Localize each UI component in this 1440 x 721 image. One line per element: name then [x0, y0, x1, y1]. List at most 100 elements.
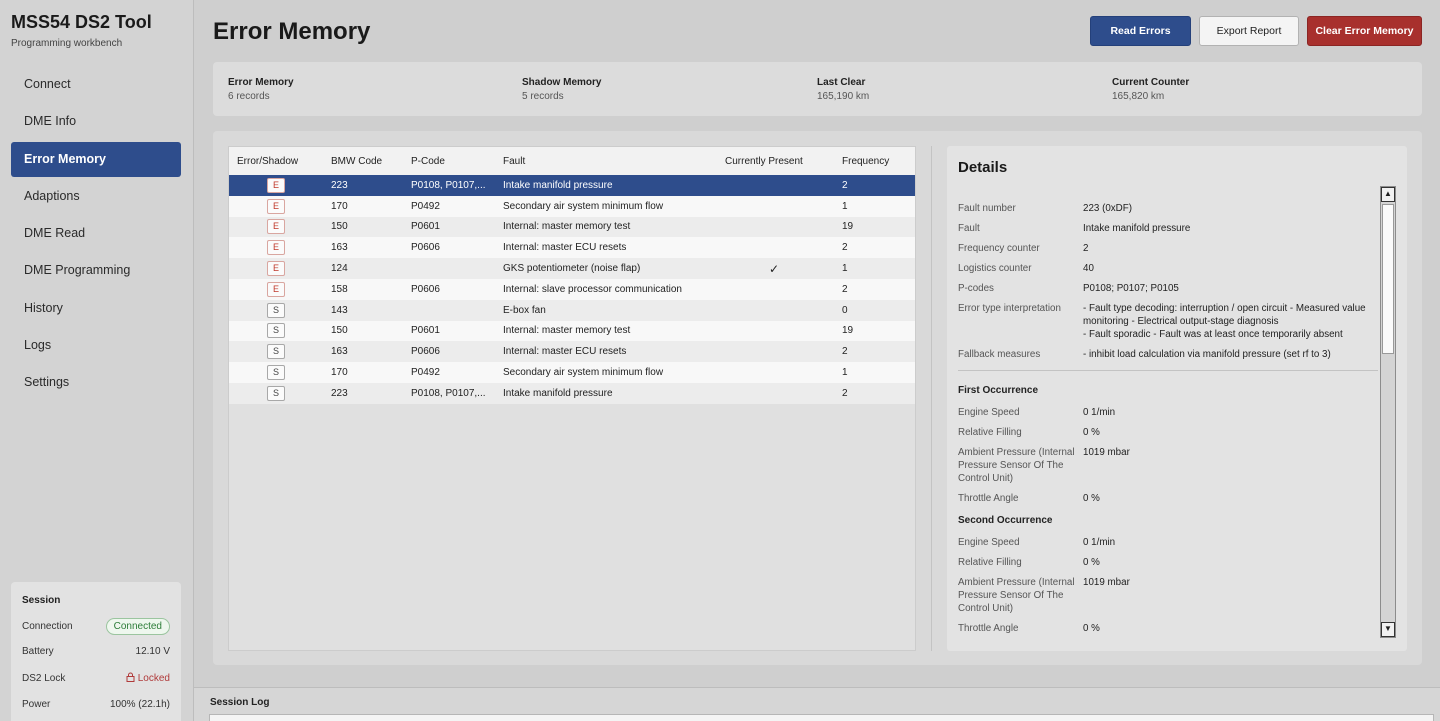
cell-pcode: P0606: [411, 346, 440, 358]
shadow-badge: S: [267, 302, 285, 318]
col-header-frequency[interactable]: Frequency: [833, 156, 903, 167]
cell-currently-present: ✓: [716, 262, 833, 276]
detail-key: Engine Speed: [958, 407, 1020, 418]
detail-row: Ambient Pressure (Internal Pressure Sens…: [958, 446, 1378, 485]
cell-currently-present: [716, 388, 833, 399]
detail-key: Throttle Angle: [958, 493, 1019, 504]
table-row[interactable]: E 170 P0492 Secondary air system minimum fl…: [229, 195, 915, 217]
sidebar: MSS54 DS2 Tool Programming workbench Con…: [0, 0, 194, 721]
table-row[interactable]: E 158 P0606 Internal: slave processor commu…: [229, 278, 915, 300]
main-panel: Error/Shadow BMW Code P-Code Fault Curre…: [213, 131, 1422, 665]
sidebar-item-dme-programming[interactable]: DME Programming: [11, 253, 181, 288]
sidebar-item-connect[interactable]: Connect: [11, 67, 181, 102]
table-row[interactable]: S 170 P0492 Secondary air system minimum fl…: [229, 362, 915, 383]
cell-error-shadow: E: [229, 240, 322, 256]
cell-fault: Internal: slave processor communication: [503, 283, 682, 295]
table-row[interactable]: S 150 P0601 Internal: master memory test 19: [229, 320, 915, 342]
sidebar-item-dme-info[interactable]: DME Info: [11, 104, 181, 139]
cell-freq: 2: [842, 346, 848, 358]
table-row[interactable]: E 150 P0601 Internal: master memory test 19: [229, 216, 915, 238]
table-row[interactable]: S 163 P0606 Internal: master ECU resets 2: [229, 341, 915, 363]
cell-currently-present: [716, 284, 833, 295]
cell-freq: 2: [842, 179, 848, 191]
table-row[interactable]: E 223 P0108, P0107,... Intake manifold pres…: [229, 175, 915, 196]
sidebar-item-logs[interactable]: Logs: [11, 328, 181, 363]
cell-freq: 1: [842, 367, 848, 379]
col-header-p-code[interactable]: P-Code: [402, 156, 494, 167]
session-ds2lock-label: DS2 Lock: [22, 673, 66, 684]
cell-pcode: P0606: [411, 283, 440, 295]
sidebar-item-error-memory[interactable]: Error Memory: [11, 141, 181, 177]
table-row[interactable]: E 163 P0606 Internal: master ECU resets 2: [229, 237, 915, 259]
cell-fault: Intake manifold pressure: [503, 179, 613, 191]
scroll-up-icon[interactable]: ▲: [1381, 187, 1395, 202]
sidebar-item-adaptions[interactable]: Adaptions: [11, 179, 181, 214]
table-row[interactable]: S 143 E-box fan 0: [229, 299, 915, 321]
cell-fault: Internal: master ECU resets: [503, 346, 627, 358]
detail-key: Ambient Pressure (Internal Pressure Sens…: [958, 447, 1075, 484]
cell-freq: 19: [842, 221, 854, 233]
session-connection-label: Connection: [22, 621, 73, 632]
detail-row: Fallback measures - inhibit load calculat…: [958, 348, 1378, 361]
col-header-bmw-code[interactable]: BMW Code: [322, 156, 402, 167]
error-badge: E: [267, 198, 285, 214]
cell-error-shadow: E: [229, 198, 322, 214]
cell-fault: E-box fan: [503, 304, 546, 316]
col-header-currently-present[interactable]: Currently Present: [716, 156, 833, 167]
detail-value: P0108; P0107; P0105: [1083, 283, 1179, 294]
error-badge: E: [267, 219, 285, 235]
stat-label: Error Memory: [228, 77, 294, 88]
detail-key: P-codes: [958, 283, 994, 294]
table-row[interactable]: S 223 P0108, P0107,... Intake manifold pres…: [229, 382, 915, 404]
detail-row: Relative Filling 0 %: [958, 426, 1378, 439]
scrollbar-thumb[interactable]: [1382, 204, 1394, 354]
second-occurrence-title: Second Occurrence: [958, 515, 1053, 526]
cell-error-shadow: S: [229, 385, 322, 401]
stat-value: 165,190 km: [817, 91, 870, 102]
memory-summary: Error Memory 6 records Shadow Memory 5 r…: [213, 62, 1422, 116]
detail-key: Fallback measures: [958, 349, 1041, 360]
read-errors-button[interactable]: Read Errors: [1090, 16, 1191, 46]
stat-label: Shadow Memory: [522, 77, 602, 88]
detail-value: 223 (0xDF): [1083, 203, 1132, 214]
detail-value: 0 1/min: [1083, 537, 1116, 548]
detail-key: Relative Filling: [958, 427, 1022, 438]
detail-value: - Fault type decoding: interruption / op…: [1083, 303, 1366, 340]
detail-row: Logistics counter 40: [958, 262, 1378, 275]
app-subtitle: Programming workbench: [11, 38, 123, 49]
cell-fault: Secondary air system minimum flow: [503, 367, 664, 379]
session-log-output[interactable]: [209, 714, 1434, 721]
detail-row: Frequency counter 2: [958, 242, 1378, 255]
sidebar-item-history[interactable]: History: [11, 291, 181, 326]
details-scrollbar[interactable]: ▲ ▼: [1380, 186, 1396, 638]
stat-label: Last Clear: [817, 77, 866, 88]
detail-row: P-codes P0108; P0107; P0105: [958, 282, 1378, 295]
error-table: Error/Shadow BMW Code P-Code Fault Curre…: [228, 146, 916, 651]
cell-bmw: 163: [331, 242, 348, 254]
checkmark-icon: ✓: [769, 261, 780, 276]
cell-fault: Internal: master memory test: [503, 221, 631, 233]
cell-pcode: P0601: [411, 221, 440, 233]
cell-bmw: 143: [331, 304, 348, 316]
cell-pcode: P0601: [411, 325, 440, 337]
detail-value: - inhibit load calculation via manifold …: [1083, 349, 1331, 360]
sidebar-item-dme-read[interactable]: DME Read: [11, 216, 181, 251]
cell-bmw: 170: [331, 200, 348, 212]
detail-row: Engine Speed 0 1/min: [958, 536, 1378, 549]
detail-value: Intake manifold pressure: [1083, 223, 1191, 234]
detail-key: Fault number: [958, 203, 1016, 214]
detail-row: Engine Speed 0 1/min: [958, 406, 1378, 419]
col-header-fault[interactable]: Fault: [494, 156, 716, 167]
session-battery-label: Battery: [22, 646, 54, 657]
clear-error-memory-button[interactable]: Clear Error Memory: [1307, 16, 1422, 46]
stat-last-clear: Last Clear 165,190 km: [817, 77, 869, 102]
detail-row: Fault Intake manifold pressure: [958, 222, 1378, 235]
stat-value: 6 records: [228, 91, 270, 102]
table-row[interactable]: E 124 GKS potentiometer (noise flap) ✓ 1: [229, 258, 915, 279]
cell-fault: Internal: master ECU resets: [503, 242, 627, 254]
export-report-button[interactable]: Export Report: [1199, 16, 1299, 46]
sidebar-item-settings[interactable]: Settings: [11, 365, 181, 400]
scroll-down-icon[interactable]: ▼: [1381, 622, 1395, 637]
col-header-error-shadow[interactable]: Error/Shadow: [229, 156, 322, 167]
cell-error-shadow: S: [229, 365, 322, 381]
